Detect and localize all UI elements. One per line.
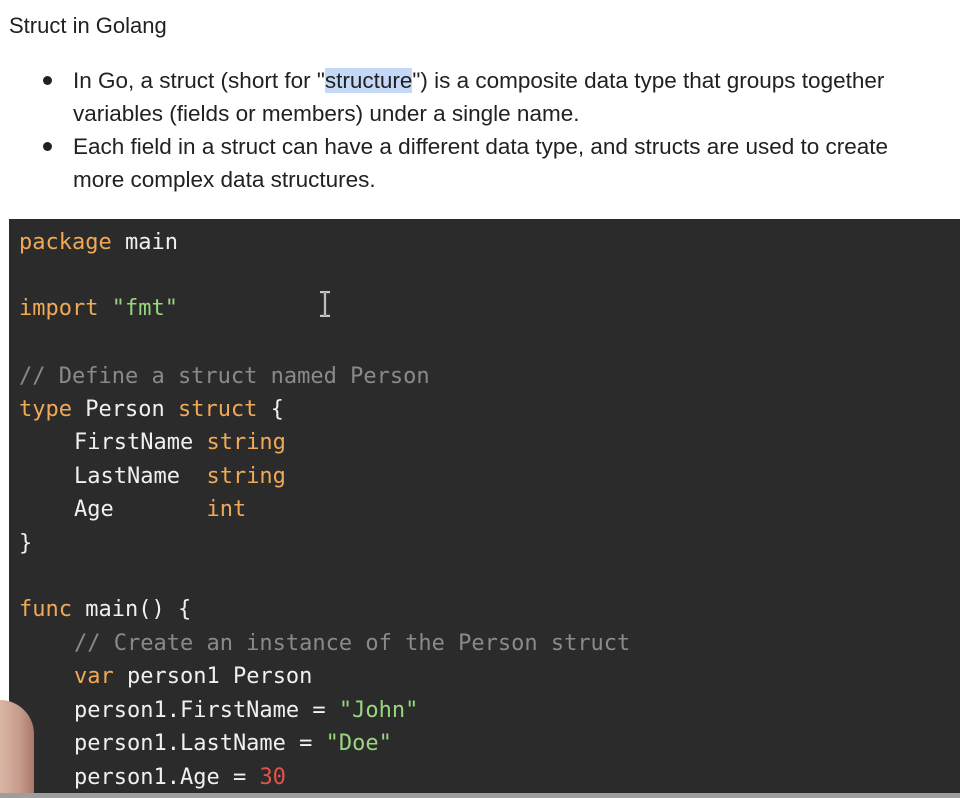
code-line-1: package main (19, 227, 178, 259)
code-number: 30 (259, 765, 286, 790)
code-string: "John" (338, 698, 419, 723)
bullet-1-text-before: In Go, a struct (short for " (73, 68, 325, 93)
code-block[interactable]: package main import "fmt" // Define a st… (9, 219, 960, 798)
bullet-list: In Go, a struct (short for "structure") … (40, 64, 940, 196)
code-identifier: Age (74, 497, 207, 522)
code-line-14: person1.Age = 30 (19, 762, 286, 794)
code-type: string (206, 430, 286, 455)
video-progress-bar[interactable] (0, 793, 960, 798)
code-keyword: struct (177, 397, 258, 422)
code-line-6: LastName string (19, 461, 286, 493)
code-identifier: main (71, 597, 139, 622)
bullet-dot-icon (43, 142, 52, 151)
code-line-3: // Define a struct named Person (19, 361, 430, 393)
code-punctuation: } (19, 531, 33, 556)
code-identifier: LastName (74, 464, 207, 489)
bullet-2-text: Each field in a struct can have a differ… (73, 134, 889, 192)
bullet-dot-icon (43, 76, 52, 85)
code-identifier: person1.LastName = (74, 731, 326, 756)
code-string: "Doe" (325, 731, 392, 756)
code-line-9: func main() { (19, 594, 191, 626)
code-comment: // Create an instance of the Person stru… (74, 631, 631, 656)
slide-title: Struct in Golang (9, 13, 167, 38)
code-line-2: import "fmt" (19, 293, 178, 325)
code-punctuation: () { (138, 597, 192, 622)
code-line-13: person1.LastName = "Doe" (19, 728, 392, 760)
code-line-11: var person1 Person (19, 661, 312, 693)
selected-text-highlight[interactable]: structure (324, 68, 413, 93)
code-identifier: person1.Age = (74, 765, 260, 790)
code-identifier: person1 Person (113, 664, 313, 689)
code-line-8: } (19, 528, 32, 560)
bullet-item-1: In Go, a struct (short for "structure") … (40, 64, 940, 130)
code-keyword: package (19, 230, 112, 255)
code-keyword: var (74, 664, 114, 689)
code-keyword: import (19, 296, 99, 321)
code-identifier: Person (71, 397, 178, 422)
code-identifier: FirstName (74, 430, 207, 455)
code-line-5: FirstName string (19, 427, 286, 459)
code-identifier: person1.FirstName = (74, 698, 339, 723)
code-keyword: func (19, 597, 72, 622)
text-cursor-icon (320, 291, 330, 317)
code-string: "fmt" (111, 296, 178, 321)
code-comment: // Define a struct named Person (19, 364, 430, 389)
bullet-item-2: Each field in a struct can have a differ… (40, 130, 940, 196)
code-identifier: main (111, 230, 178, 255)
code-keyword: type (19, 397, 72, 422)
code-line-10: // Create an instance of the Person stru… (19, 628, 630, 660)
code-type: string (206, 464, 286, 489)
code-type: int (206, 497, 247, 522)
code-line-7: Age int (19, 494, 246, 526)
code-line-4: type Person struct { (19, 394, 284, 426)
code-punctuation: { (257, 397, 284, 422)
code-line-12: person1.FirstName = "John" (19, 695, 418, 727)
